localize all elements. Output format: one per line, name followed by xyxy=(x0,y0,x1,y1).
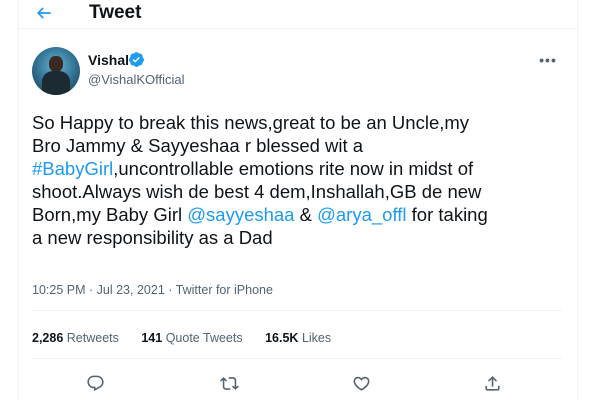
tweet-text-segment: So Happy to break this news,great to be … xyxy=(32,112,470,133)
meta-separator: · xyxy=(168,283,173,297)
mention-link[interactable]: @sayyeshaa xyxy=(187,204,294,225)
tweet-source[interactable]: Twitter for iPhone xyxy=(176,283,273,297)
tweet-date[interactable]: Jul 23, 2021 xyxy=(97,283,165,297)
like-icon xyxy=(353,376,369,391)
more-options-icon[interactable]: ••• xyxy=(538,52,558,68)
divider xyxy=(32,358,562,359)
tweet-text-segment: Bro Jammy & Sayyeshaa r blessed wit a xyxy=(32,135,364,156)
tweet-text-line: #BabyGirl,uncontrollable emotions rite n… xyxy=(32,157,562,180)
tweet-text-segment: shoot.Always wish de best 4 dem,Inshalla… xyxy=(32,181,482,202)
share-icon xyxy=(484,375,500,391)
tweet-text-line: a new responsibility as a Dad xyxy=(32,226,562,249)
right-border xyxy=(577,0,578,400)
likes-stat[interactable]: 16.5K Likes xyxy=(265,331,331,345)
tweet-time[interactable]: 10:25 PM xyxy=(32,283,86,297)
tweet-page: Tweet Vishal @VishalKOfficial ••• So Hap… xyxy=(0,0,600,400)
tweet-text-segment: Born,my Baby Girl xyxy=(32,204,188,225)
tweet-meta: 10:25 PM · Jul 23, 2021 · Twitter for iP… xyxy=(32,283,273,297)
tweet-text-line: Born,my Baby Girl @sayyeshaa & @arya_off… xyxy=(32,203,562,226)
meta-separator: · xyxy=(89,283,94,297)
tweet-text-segment: for taking xyxy=(406,204,488,225)
hashtag-link[interactable]: #BabyGirl xyxy=(32,158,113,179)
reply-button[interactable] xyxy=(84,372,106,394)
tweet-stats: 2,286 Retweets 141 Quote Tweets 16.5K Li… xyxy=(32,331,350,345)
tweet-text-line: So Happy to break this news,great to be … xyxy=(32,111,562,134)
mention-link[interactable]: @arya_offl xyxy=(317,204,406,225)
share-button[interactable] xyxy=(481,372,503,394)
author-name[interactable]: Vishal xyxy=(88,52,129,68)
tweet-text-segment: ,uncontrollable emotions rite now in mid… xyxy=(113,158,474,179)
avatar[interactable] xyxy=(32,47,80,95)
left-border xyxy=(18,0,19,400)
tweet-text-segment: & xyxy=(294,204,318,225)
author-handle[interactable]: @VishalKOfficial xyxy=(88,72,185,87)
tweet-text-segment: a new responsibility as a Dad xyxy=(32,227,273,248)
back-button[interactable] xyxy=(32,1,56,25)
avatar-figure-head xyxy=(49,56,63,72)
retweets-stat[interactable]: 2,286 Retweets xyxy=(32,331,119,345)
retweet-icon xyxy=(219,376,239,390)
verified-badge-icon xyxy=(129,52,144,67)
reply-icon xyxy=(86,375,104,391)
tweet-text-line: Bro Jammy & Sayyeshaa r blessed wit a xyxy=(32,134,562,157)
divider xyxy=(32,310,562,311)
like-button[interactable] xyxy=(350,372,372,394)
header: Tweet xyxy=(18,0,578,28)
page-title: Tweet xyxy=(89,2,142,23)
tweet-text-line: shoot.Always wish de best 4 dem,Inshalla… xyxy=(32,180,562,203)
arrow-left-icon xyxy=(36,7,51,19)
avatar-figure-body xyxy=(42,71,70,95)
retweet-button[interactable] xyxy=(218,372,240,394)
tweet-text: So Happy to break this news,great to be … xyxy=(32,111,562,249)
quote-tweets-stat[interactable]: 141 Quote Tweets xyxy=(141,331,242,345)
header-divider xyxy=(18,28,578,29)
